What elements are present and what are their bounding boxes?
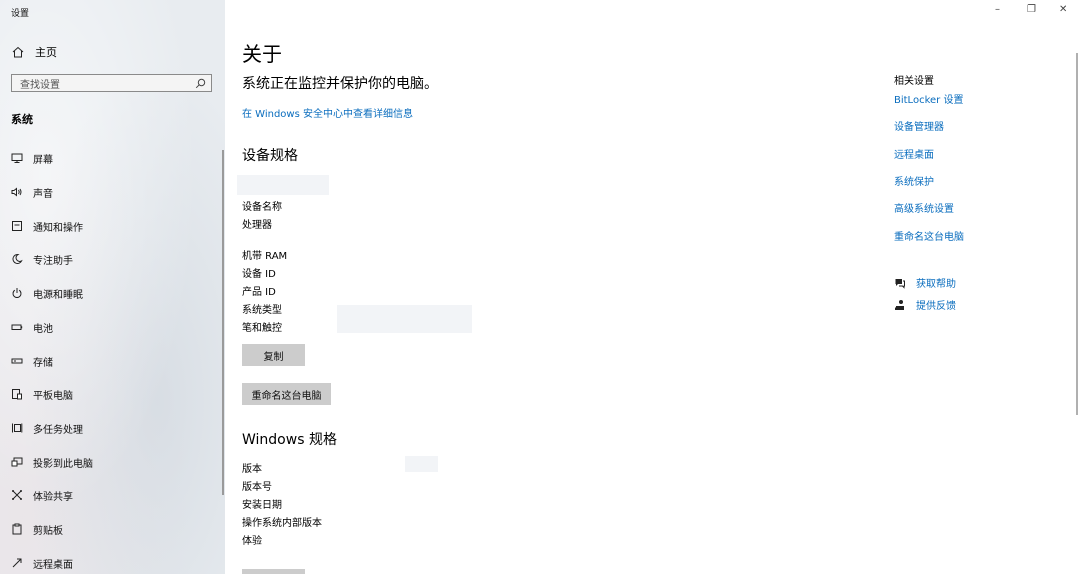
sidebar-item-notifications[interactable]: 通知和操作 [11, 218, 83, 234]
redacted-value [405, 456, 438, 472]
sidebar-item-label: 投影到此电脑 [33, 458, 93, 470]
copy-button[interactable]: 复制 [242, 344, 305, 366]
sidebar-item-project[interactable]: 投影到此电脑 [11, 454, 93, 470]
storage-icon [11, 358, 23, 364]
speaker-icon [11, 187, 22, 197]
remote-desktop-link[interactable]: 远程桌面 [894, 146, 934, 161]
get-help-link[interactable]: 获取帮助 [894, 275, 956, 290]
device-manager-link[interactable]: 设备管理器 [894, 118, 944, 133]
advanced-system-settings-link[interactable]: 高级系统设置 [894, 200, 954, 215]
home-nav-item[interactable]: 主页 [11, 43, 57, 61]
rename-pc-button[interactable]: 重命名这台电脑 [242, 383, 331, 405]
help-chat-icon [895, 278, 905, 289]
feedback-icon [895, 299, 904, 310]
sidebar-item-clipboard[interactable]: 剪贴板 [11, 521, 63, 537]
search-input[interactable]: 查找设置 [11, 74, 212, 92]
search-placeholder: 查找设置 [20, 79, 60, 91]
system-protection-link[interactable]: 系统保护 [894, 173, 934, 188]
spec-label: 笔和触控 [242, 323, 282, 334]
minimize-button[interactable]: – [995, 4, 1000, 15]
security-center-link[interactable]: 在 Windows 安全中心中查看详细信息 [242, 105, 413, 120]
sidebar-item-tablet[interactable]: 平板电脑 [11, 386, 73, 402]
sidebar-item-shared-experiences[interactable]: 体验共享 [11, 487, 73, 503]
notification-icon [12, 221, 22, 231]
spec-label: 版本 [242, 464, 262, 475]
sidebar-item-label: 剪贴板 [33, 525, 63, 537]
restore-button[interactable]: ❐ [1027, 4, 1036, 15]
windows-specs-heading: Windows 规格 [242, 432, 337, 448]
partial-button[interactable] [242, 569, 305, 574]
main-content: – ❐ ✕ 关于 系统正在监控并保护你的电脑。 在 Windows 安全中心中查… [225, 0, 1080, 574]
multitask-icon [12, 423, 23, 433]
monitor-icon [11, 153, 23, 163]
device-specs-heading: 设备规格 [242, 148, 298, 164]
spec-label: 安装日期 [242, 500, 282, 511]
sidebar-item-storage[interactable]: 存储 [11, 353, 53, 369]
sidebar-item-multitasking[interactable]: 多任务处理 [11, 420, 83, 436]
sidebar-item-focus-assist[interactable]: 专注助手 [11, 251, 73, 267]
sidebar-scrollbar[interactable] [222, 150, 224, 495]
share-icon [12, 490, 22, 500]
sidebar-item-sound[interactable]: 声音 [11, 184, 53, 200]
clipboard-icon [12, 523, 22, 535]
spec-label: 产品 ID [242, 287, 276, 298]
battery-icon [11, 324, 23, 330]
search-icon [195, 78, 206, 88]
spec-label: 设备名称 [242, 202, 282, 213]
sidebar-item-label: 体验共享 [33, 491, 73, 503]
project-icon [11, 457, 23, 467]
sidebar-item-label: 电源和睡眠 [33, 289, 83, 301]
main-scrollbar[interactable] [1076, 53, 1078, 415]
section-title: 系统 [11, 113, 33, 126]
sidebar-item-label: 声音 [33, 188, 53, 200]
sidebar-item-label: 通知和操作 [33, 222, 83, 234]
sidebar-item-label: 电池 [33, 323, 53, 335]
sidebar-item-battery[interactable]: 电池 [11, 319, 53, 335]
give-feedback-link[interactable]: 提供反馈 [894, 297, 956, 312]
spec-label: 版本号 [242, 482, 272, 493]
moon-icon [12, 253, 23, 264]
page-title: 关于 [242, 42, 282, 66]
bitlocker-link[interactable]: BitLocker 设置 [894, 91, 963, 106]
spec-label: 设备 ID [242, 269, 276, 280]
spec-label: 处理器 [242, 220, 272, 231]
get-help-label: 获取帮助 [916, 279, 956, 290]
spec-label: 系统类型 [242, 305, 282, 316]
sidebar-item-remote-desktop[interactable]: 远程桌面 [11, 555, 73, 571]
sidebar-item-power[interactable]: 电源和睡眠 [11, 285, 83, 301]
home-icon [12, 46, 24, 58]
sidebar-item-label: 存储 [33, 357, 53, 369]
home-label: 主页 [35, 46, 57, 59]
rename-pc-link[interactable]: 重命名这台电脑 [894, 228, 964, 243]
redacted-value [337, 305, 472, 333]
related-settings-title: 相关设置 [894, 76, 934, 87]
protection-status: 系统正在监控并保护你的电脑。 [242, 76, 438, 92]
spec-label: 体验 [242, 536, 262, 547]
spec-label: 机带 RAM [242, 251, 288, 262]
sidebar-item-label: 远程桌面 [33, 559, 73, 571]
sidebar-item-label: 多任务处理 [33, 424, 83, 436]
spec-label: 操作系统内部版本 [242, 518, 322, 529]
sidebar-item-display[interactable]: 屏幕 [11, 150, 53, 166]
close-button[interactable]: ✕ [1059, 4, 1067, 15]
sidebar-item-label: 平板电脑 [33, 390, 73, 402]
give-feedback-label: 提供反馈 [916, 301, 956, 312]
sidebar-item-label: 专注助手 [33, 255, 73, 267]
sidebar: 设置 主页 查找设置 系统 屏幕 声音 通知和操作 专注助手 电源和睡眠 电池 … [0, 0, 225, 574]
redacted-value [237, 175, 329, 195]
remote-desktop-icon [12, 558, 22, 568]
sidebar-item-label: 屏幕 [33, 154, 53, 166]
window-title: 设置 [11, 9, 30, 19]
power-icon [12, 288, 22, 298]
tablet-icon [12, 389, 22, 400]
